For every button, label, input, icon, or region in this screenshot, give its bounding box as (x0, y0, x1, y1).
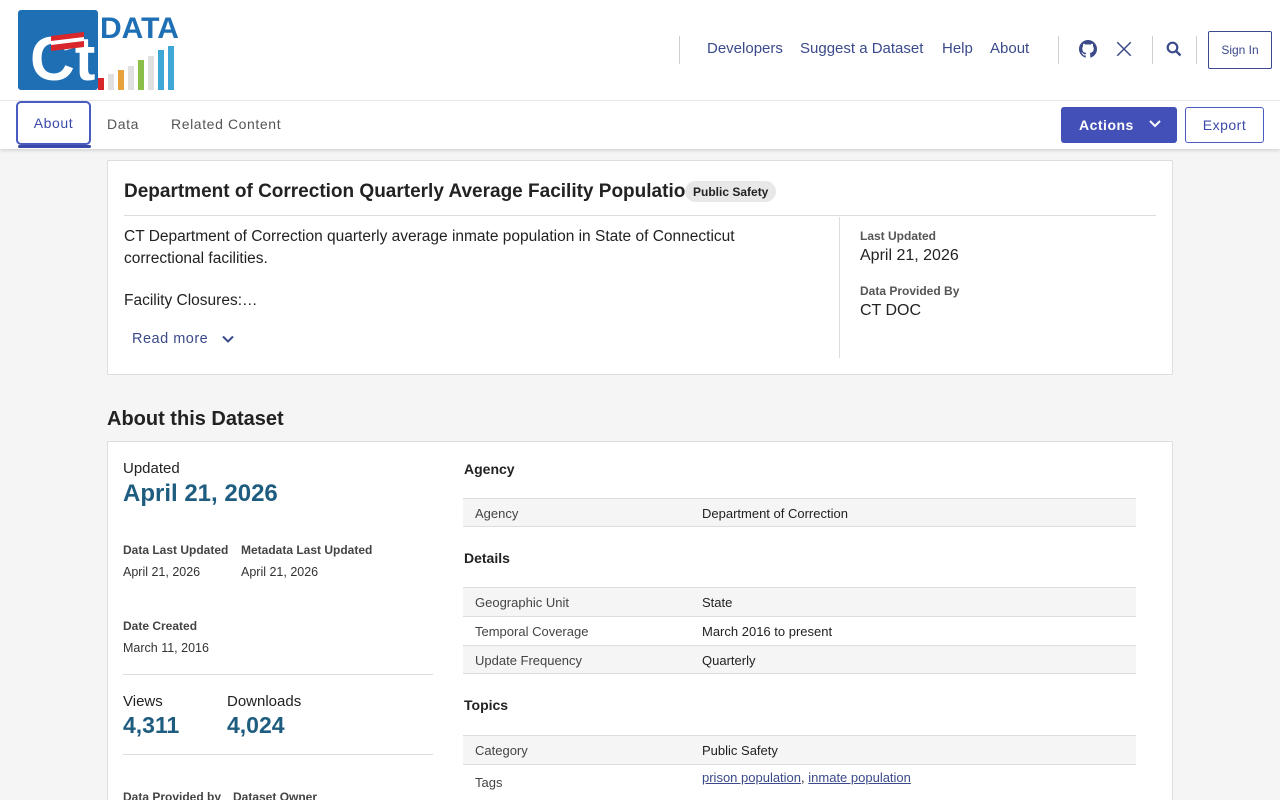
downloads-value: 4,024 (227, 712, 285, 738)
search-icon[interactable] (1163, 38, 1185, 60)
metadata-last-updated-label: Metadata Last Updated (241, 543, 373, 557)
nav-about[interactable]: About (990, 40, 1029, 57)
nav-divider (1196, 36, 1197, 64)
row-key: Tags (475, 775, 503, 790)
divider (124, 215, 1156, 216)
divider (123, 674, 433, 675)
actions-label: Actions (1079, 117, 1134, 133)
provided-by-label: Data Provided By (860, 284, 960, 298)
nav-divider (1152, 36, 1153, 64)
category-badge: Public Safety (685, 181, 777, 202)
dataset-title: Department of Correction Quarterly Avera… (124, 181, 697, 202)
tag-link[interactable]: prison population (702, 770, 801, 785)
details-section-heading: Details (464, 550, 510, 566)
nav-divider (679, 36, 680, 64)
read-more-button[interactable]: Read more (132, 331, 234, 347)
views-value: 4,311 (123, 712, 180, 738)
ct-data-logo[interactable]: Ct DATA (18, 10, 188, 94)
active-tab-indicator (18, 145, 91, 148)
x-icon[interactable] (1113, 38, 1135, 60)
last-updated-value: April 21, 2026 (860, 247, 959, 264)
tab-about[interactable]: About (16, 101, 91, 145)
updated-label: Updated (123, 460, 180, 477)
nav-help[interactable]: Help (942, 40, 973, 57)
export-button[interactable]: Export (1185, 107, 1264, 143)
date-created-label: Date Created (123, 619, 198, 633)
data-last-updated-value: April 21, 2026 (123, 565, 201, 579)
table-row: Category Public Safety (463, 735, 1136, 764)
sign-in-button[interactable]: Sign In (1208, 31, 1272, 69)
divider (839, 217, 840, 358)
actions-button[interactable]: Actions (1061, 107, 1177, 143)
provided-by-value: CT DOC (860, 302, 922, 319)
nav-suggest-dataset[interactable]: Suggest a Dataset (800, 40, 923, 57)
downloads-label: Downloads (227, 693, 302, 710)
chevron-down-icon (1149, 120, 1161, 128)
row-value: Quarterly (702, 653, 756, 668)
nav-developers[interactable]: Developers (707, 40, 783, 57)
row-key: Category (475, 743, 528, 758)
data-provided-by-label: Data Provided by (123, 790, 222, 800)
about-dataset-heading: About this Dataset (107, 408, 284, 430)
github-icon[interactable] (1077, 38, 1099, 60)
row-value: State (702, 595, 733, 610)
site-header: Ct DATA Developers Suggest a Dataset Hel… (0, 0, 1280, 100)
row-key: Agency (475, 506, 519, 521)
row-key: Geographic Unit (475, 595, 569, 610)
chevron-down-icon (222, 335, 234, 343)
dataset-owner-label: Dataset Owner (233, 790, 318, 800)
tab-related-content[interactable]: Related Content (171, 101, 281, 146)
dataset-summary-card: Department of Correction Quarterly Avera… (107, 160, 1173, 375)
table-row: Temporal Coverage March 2016 to present (463, 616, 1136, 645)
tab-data[interactable]: Data (107, 101, 139, 146)
row-value: Department of Correction (702, 506, 848, 521)
tags-list: prison population, inmate population (702, 770, 911, 785)
divider (123, 754, 433, 755)
tag-link[interactable]: inmate population (808, 770, 911, 785)
dataset-tabbar: About Data Related Content Actions Expor… (0, 100, 1280, 149)
metadata-last-updated-value: April 21, 2026 (241, 565, 319, 579)
row-key: Update Frequency (475, 653, 582, 668)
views-label: Views (123, 693, 163, 710)
topics-section-heading: Topics (464, 697, 509, 713)
svg-text:DATA: DATA (100, 12, 179, 45)
dataset-description-more: Facility Closures:… (124, 292, 258, 309)
row-value: Public Safety (702, 743, 778, 758)
about-dataset-card: Updated April 21, 2026 Data Last Updated… (107, 441, 1173, 800)
table-row: Agency Department of Correction (463, 498, 1136, 527)
table-row: Geographic Unit State (463, 587, 1136, 616)
updated-value: April 21, 2026 (123, 480, 278, 507)
row-key: Temporal Coverage (475, 624, 589, 639)
agency-section-heading: Agency (464, 461, 515, 477)
row-value: March 2016 to present (702, 624, 833, 639)
nav-divider (1058, 36, 1059, 64)
date-created-value: March 11, 2016 (123, 641, 209, 655)
read-more-label: Read more (132, 331, 209, 347)
table-row: Update Frequency Quarterly (463, 645, 1136, 674)
last-updated-label: Last Updated (860, 229, 937, 243)
table-row: Tags prison population, inmate populatio… (463, 764, 1136, 800)
data-last-updated-label: Data Last Updated (123, 543, 229, 557)
dataset-description: CT Department of Correction quarterly av… (124, 228, 735, 267)
